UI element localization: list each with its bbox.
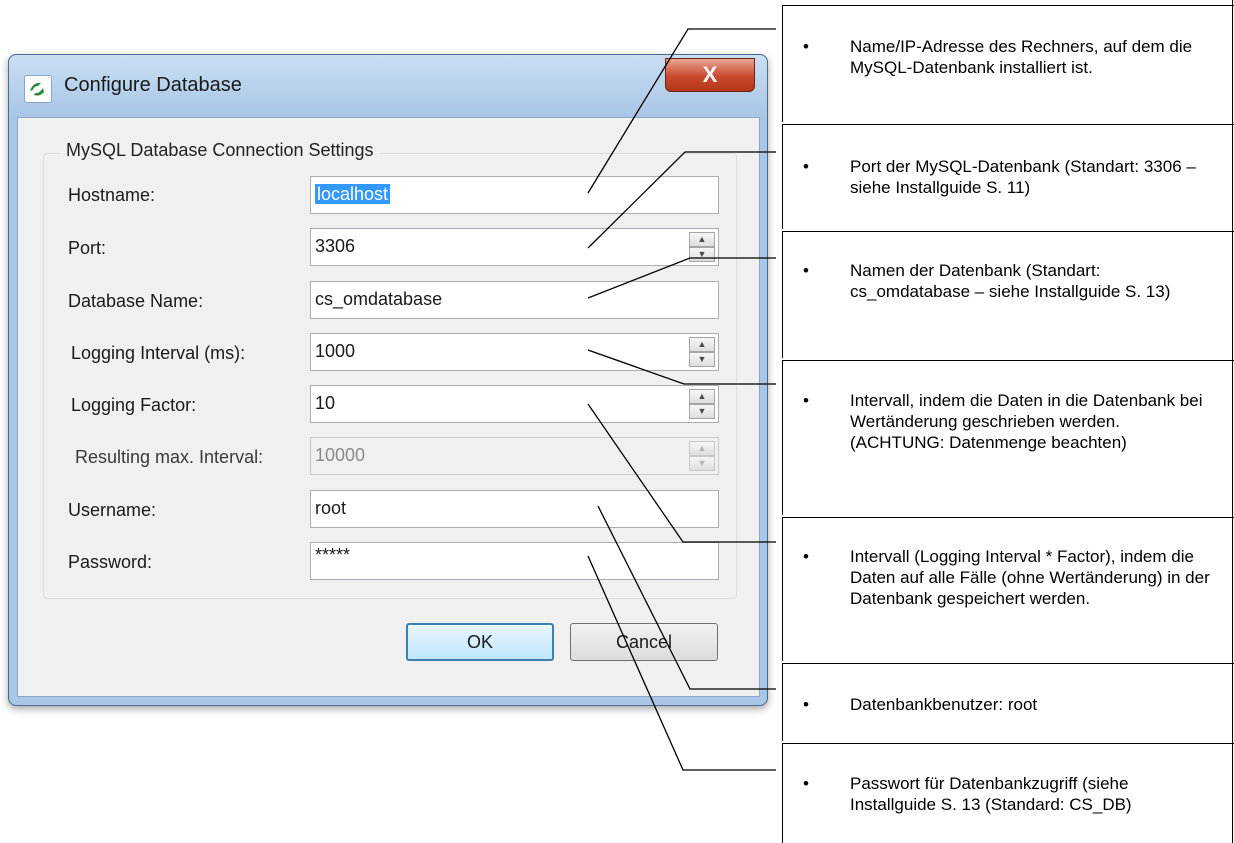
leader-line-password xyxy=(587,555,776,771)
leader-line-resulting-interval xyxy=(587,403,776,543)
leader-line-logging-interval xyxy=(587,349,776,385)
leader-line-port xyxy=(587,151,776,249)
leader-line-username xyxy=(597,505,776,690)
leader-line-hostname xyxy=(587,28,776,194)
leader-lines xyxy=(587,28,776,771)
leader-line-database-name xyxy=(587,257,776,299)
